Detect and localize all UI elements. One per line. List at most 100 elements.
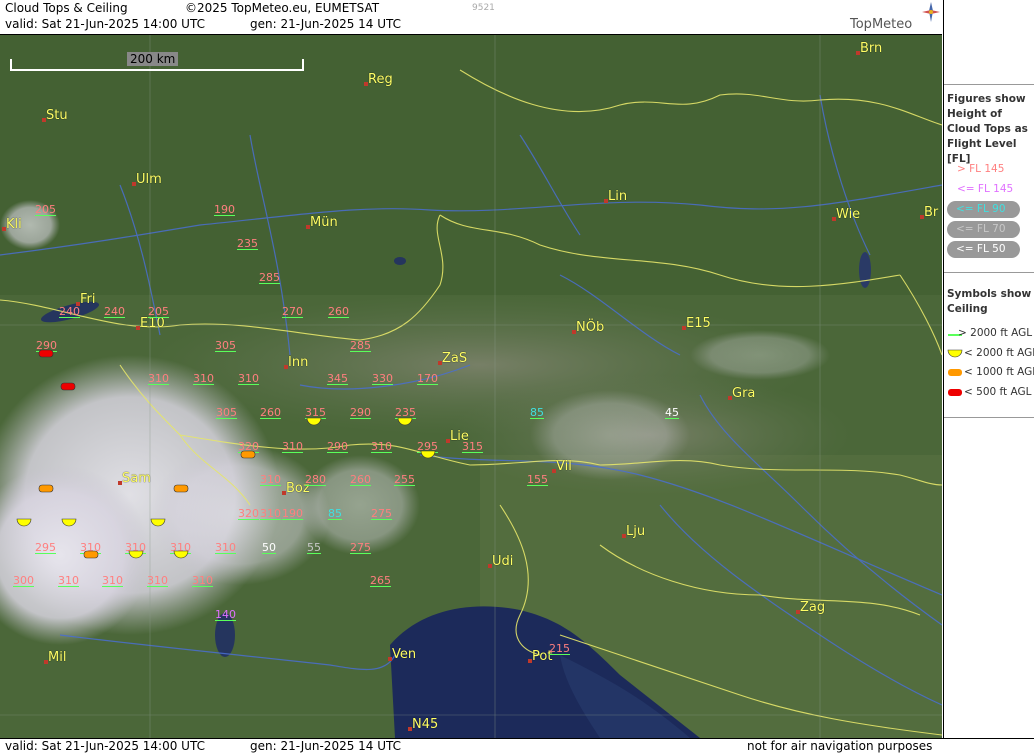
cloud-top-label: 305 [216,406,237,419]
cloud-top-label: 85 [328,507,342,520]
cloud-top-label: 310 [193,372,214,385]
ceiling-symbol [128,550,144,559]
cloud-top-label: 310 [260,473,281,486]
city-label: Fri [80,292,96,307]
city-label: N45 [412,717,439,732]
cloud-top-label: 45 [665,406,679,419]
cloud-top-label: 315 [462,440,483,453]
cloud-top-label: 140 [215,608,236,621]
map-header: Cloud Tops & Ceiling ©2025 TopMeteo.eu, … [0,0,942,35]
cloud-top-label: 240 [59,305,80,318]
cloud-top-label: 270 [282,305,303,318]
ceiling-legend-symbol [948,369,962,376]
disclaimer-text: not for air navigation purposes [747,739,933,753]
ceiling-symbol [16,518,32,527]
cloud-top-label: 290 [327,440,348,453]
legend-divider [944,84,1034,85]
cloud-top-label: 190 [214,203,235,216]
cloud-top-label: 285 [259,271,280,284]
ceiling-symbol [397,417,413,426]
city-label: Mün [310,215,338,230]
city-label: Ven [392,647,417,662]
legend-panel: Figures show Height of Cloud Tops as Fli… [943,0,1034,738]
copyright-text: ©2025 TopMeteo.eu, EUMETSAT [185,1,380,15]
footer-valid-time: valid: Sat 21-Jun-2025 14:00 UTC [5,739,205,753]
city-label: Wie [836,207,861,222]
generated-time: gen: 21-Jun-2025 14 UTC [250,17,402,31]
scale-label: 200 km [127,52,179,66]
map-footer: valid: Sat 21-Jun-2025 14:00 UTC gen: 21… [0,738,1034,754]
legend-divider [944,272,1034,273]
ceiling-legend-title: Symbols show Ceiling [947,288,1032,315]
cloud-top-label: 310 [192,574,213,587]
cloud-top-label: 345 [327,372,348,385]
cloud-top-label: 280 [305,473,326,486]
city-label: Gra [732,386,756,401]
ceiling-legend-item: > 2000 ft AGL [958,327,1033,339]
city-label: Zag [800,600,826,615]
ceiling-symbol [306,417,322,426]
compass-logo-icon [922,2,940,22]
cloud-top-label: 310 [282,440,303,453]
cloud-top-label: 310 [260,507,281,520]
cloud-top-label: 300 [13,574,34,587]
cloud-top-label: 260 [328,305,349,318]
city-label: E15 [686,316,711,331]
cloud-top-label: 290 [350,406,371,419]
cloud-top-label: 215 [549,642,570,655]
fl-legend-title: Figures show Height of Cloud Tops as Fli… [947,93,1028,165]
city-label: Sam [122,471,151,486]
map-title: Cloud Tops & Ceiling [5,1,128,15]
cloud-top-label: 190 [282,507,303,520]
cloud-top-label: 310 [58,574,79,587]
city-label: Reg [368,72,393,87]
cloud-top-label: 260 [350,473,371,486]
cloud-top-label: 295 [35,541,56,554]
cloud-top-label: 310 [238,372,259,385]
city-label: Ulm [136,172,162,187]
ceiling-symbol [420,450,436,459]
cloud-top-label: 50 [262,541,276,554]
city-label: Kli [6,217,22,232]
cloud-top-label: 310 [371,440,392,453]
cloud-top-label: 310 [147,574,168,587]
ceiling-symbol [38,349,54,358]
cloud-top-label: 275 [350,541,371,554]
city-label: Mil [48,650,67,665]
image-code: 9521 [472,3,495,13]
ceiling-symbol [60,382,76,391]
legend-divider [944,417,1034,418]
ceiling-symbol [173,484,189,493]
city-label: E10 [140,316,165,331]
ceiling-legend-item: < 500 ft AGL [964,386,1032,398]
cloud-top-label: 305 [215,339,236,352]
ceiling-symbol [240,450,256,459]
city-label: Vil [556,459,572,474]
city-label: Stu [46,108,68,123]
footer-generated-time: gen: 21-Jun-2025 14 UTC [250,739,402,753]
cloud-top-label: 205 [35,203,56,216]
cloud-top-label: 310 [102,574,123,587]
cloud-top-label: 260 [260,406,281,419]
city-label: Br [924,205,939,220]
cloud-top-label: 265 [370,574,391,587]
ceiling-symbol [83,550,99,559]
cloud-top-label: 170 [417,372,438,385]
ceiling-symbol [173,550,189,559]
map-background [0,35,942,738]
fl-legend-item: <= FL 50 [956,243,1006,255]
cloud-top-label: 85 [530,406,544,419]
city-label: NÖb [576,320,605,335]
city-label: Lin [608,189,628,204]
fl-legend-item: <= FL 90 [956,203,1006,215]
ceiling-legend-item: < 2000 ft AGL [964,347,1034,359]
ceiling-legend-symbol [948,389,962,396]
city-label: ZaS [442,351,468,366]
cloud-top-label: 155 [527,473,548,486]
ceiling-legend-symbol [947,349,963,358]
fl-legend-item: <= FL 70 [956,223,1006,235]
fl-legend-item: > FL 145 [957,163,1005,175]
satellite-map[interactable]: 200 km Brn Reg Stu Ulm Mün Lin Wie Br Kli Fri E10 I… [0,35,942,738]
cloud-top-label: 55 [307,541,321,554]
cloud-top-label: 320 [238,507,259,520]
